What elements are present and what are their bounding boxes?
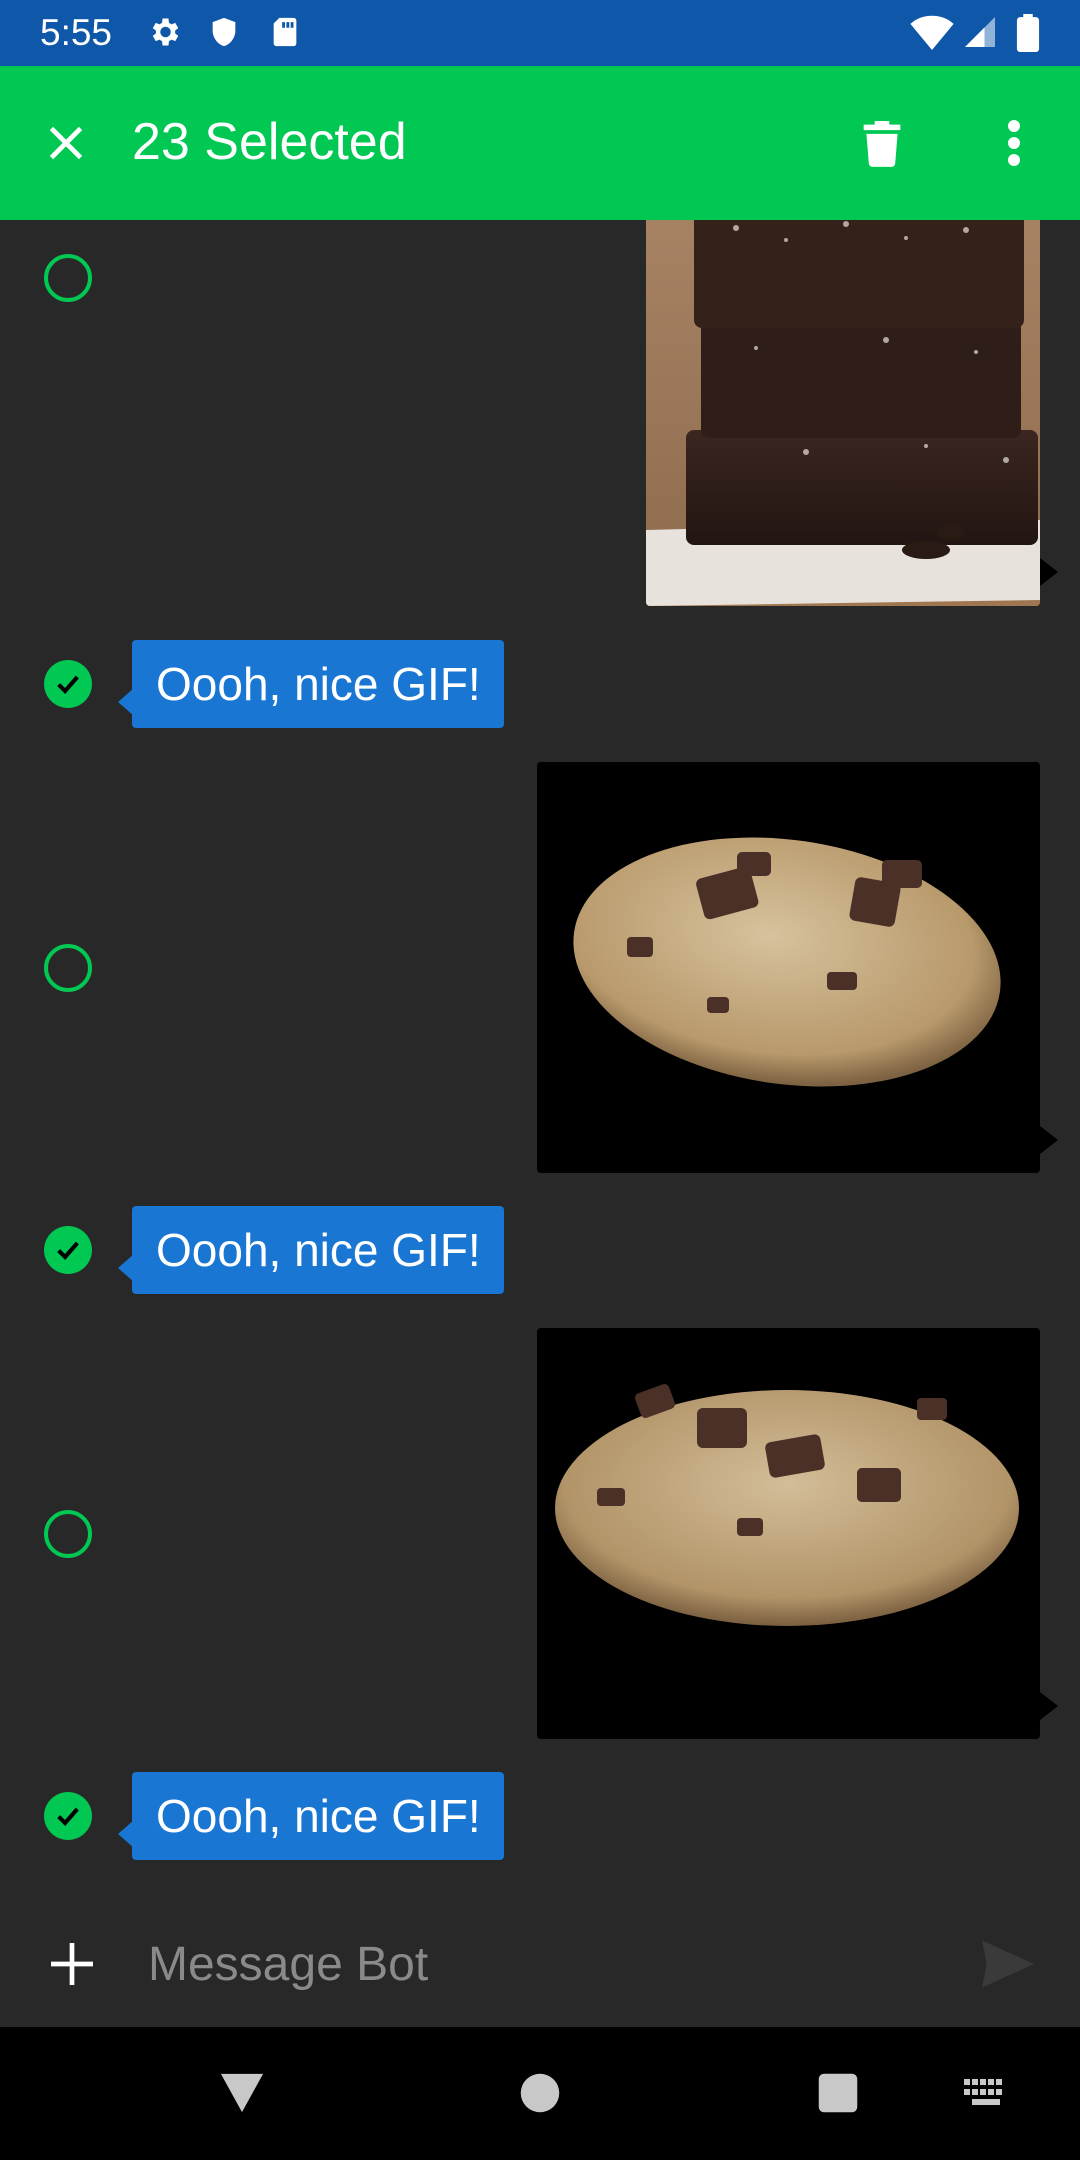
send-button[interactable]	[972, 1928, 1044, 2000]
keyboard-icon	[964, 2079, 1002, 2105]
bubble-tail	[1040, 1692, 1058, 1720]
chocolate-chip-cookie-image	[555, 1384, 1019, 1626]
text-message-bubble[interactable]: Oooh, nice GIF!	[132, 1206, 504, 1294]
nav-back-button[interactable]	[206, 2057, 278, 2129]
signal-icon	[962, 14, 998, 55]
check-icon	[57, 1807, 79, 1826]
nav-keyboard-button[interactable]	[950, 2057, 1022, 2129]
status-time: 5:55	[40, 12, 113, 53]
image-message-cookie[interactable]	[537, 1328, 1040, 1739]
brownie-stack-image	[646, 220, 1040, 606]
nav-recents-button[interactable]	[802, 2057, 874, 2129]
wifi-icon	[910, 14, 954, 55]
selection-count-title: 23 Selected	[132, 113, 407, 171]
app-bar: 23 Selected	[0, 66, 1080, 220]
attach-button[interactable]	[36, 1928, 108, 2000]
select-checkbox-checked[interactable]	[44, 1792, 92, 1840]
more-vert-icon	[1008, 120, 1020, 166]
trash-icon	[863, 121, 901, 167]
text-message-bubble[interactable]: Oooh, nice GIF!	[132, 1772, 504, 1860]
home-icon	[520, 2073, 560, 2113]
plus-icon	[51, 1943, 93, 1985]
select-checkbox-checked[interactable]	[44, 1226, 92, 1274]
shield-icon	[207, 14, 241, 55]
bubble-tail	[1040, 1126, 1058, 1154]
bubble-tail	[1040, 558, 1058, 586]
close-selection-button[interactable]	[30, 107, 102, 179]
back-icon	[220, 2073, 264, 2113]
status-bar: 5:55	[0, 0, 1080, 66]
more-options-button[interactable]	[978, 107, 1050, 179]
gear-icon	[146, 14, 182, 55]
sd-card-icon	[268, 14, 302, 55]
select-checkbox[interactable]	[44, 254, 92, 302]
battery-icon	[1014, 14, 1042, 57]
check-icon	[57, 675, 79, 694]
send-icon	[982, 1940, 1034, 1988]
check-icon	[57, 1241, 79, 1260]
image-message-cookie[interactable]	[537, 762, 1040, 1173]
close-icon	[49, 126, 83, 160]
image-message-brownie[interactable]	[646, 220, 1040, 606]
system-nav-bar	[0, 2027, 1080, 2160]
select-checkbox[interactable]	[44, 1510, 92, 1558]
text-message-bubble[interactable]: Oooh, nice GIF!	[132, 640, 504, 728]
conversation-list[interactable]: Oooh, nice GIF! Oooh, nice GIF! Oooh, ni…	[0, 220, 1080, 1900]
message-composer	[0, 1900, 1080, 2027]
delete-button[interactable]	[846, 107, 918, 179]
select-checkbox[interactable]	[44, 944, 92, 992]
nav-home-button[interactable]	[504, 2057, 576, 2129]
recents-icon	[818, 2073, 858, 2113]
message-input[interactable]	[148, 1924, 948, 2004]
chocolate-chip-cookie-image	[573, 837, 1001, 1087]
select-checkbox-checked[interactable]	[44, 660, 92, 708]
